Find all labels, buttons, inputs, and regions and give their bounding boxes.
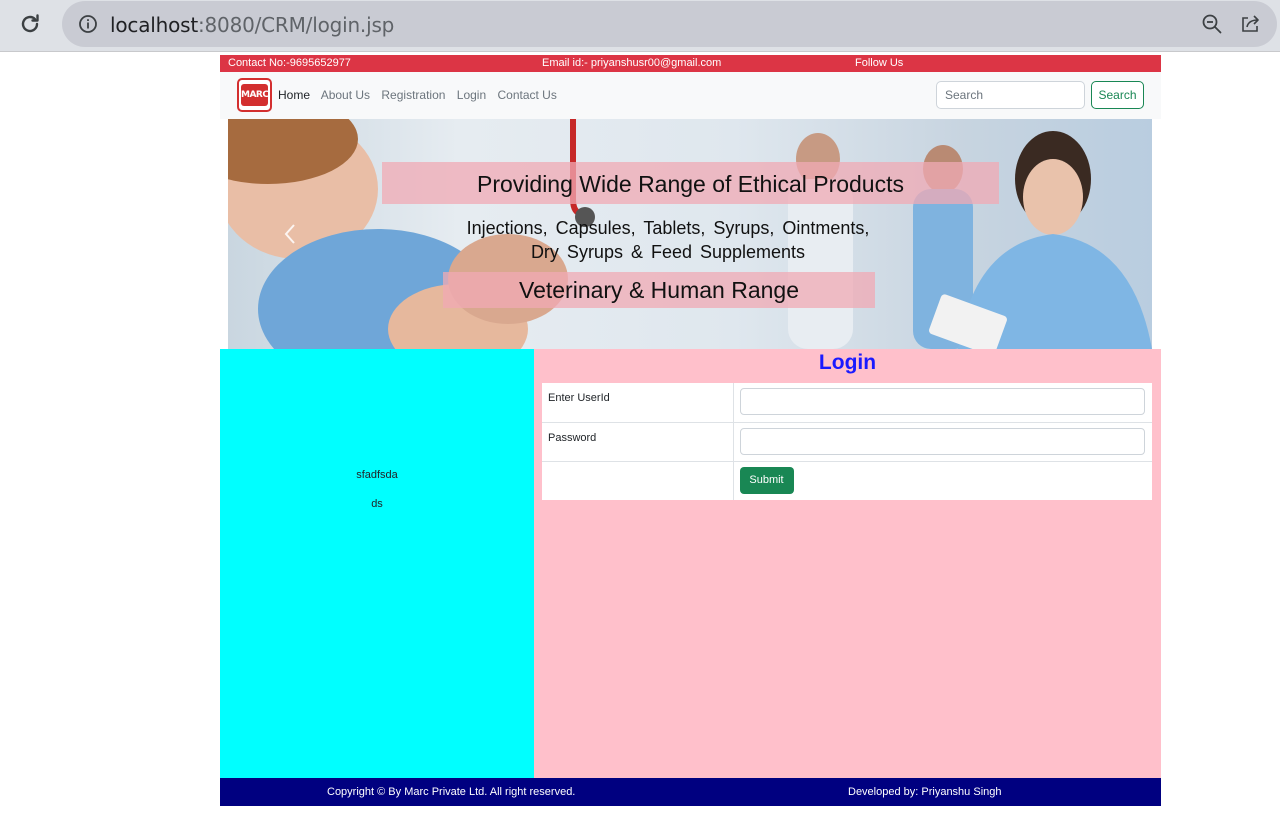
nav-login[interactable]: Login xyxy=(457,88,486,102)
userid-label: Enter UserId xyxy=(542,383,734,422)
sidebar-text-2: ds xyxy=(371,498,383,510)
url-text[interactable]: localhost:8080/CRM/login.jsp xyxy=(110,13,394,37)
banner-range: Veterinary & Human Range xyxy=(519,277,799,303)
address-bar[interactable]: localhost:8080/CRM/login.jsp xyxy=(62,1,1277,47)
password-cell xyxy=(733,421,1152,461)
login-panel: Login Enter UserId Password Submit xyxy=(534,349,1161,778)
userid-input[interactable] xyxy=(739,388,1145,415)
sidebar-text-1: sfadfsda xyxy=(356,469,398,481)
userid-row: Enter UserId xyxy=(542,383,1152,422)
nav-links: Home About Us Registration Login Contact… xyxy=(278,88,565,102)
url-path: :8080/CRM/login.jsp xyxy=(197,13,395,37)
login-form: Enter UserId Password Submit xyxy=(542,383,1152,500)
contact-bar: Contact No:-9695652977 Email id:- priyan… xyxy=(220,55,1161,72)
footer-developer: Developed by: Priyanshu Singh xyxy=(848,786,1002,798)
nav-registration[interactable]: Registration xyxy=(381,88,445,102)
contact-number: Contact No:-9695652977 xyxy=(228,57,351,69)
hero-carousel: Providing Wide Range of Ethical Products… xyxy=(228,119,1152,349)
footer-copyright: Copyright © By Marc Private Ltd. All rig… xyxy=(327,786,576,798)
contact-email: Email id:- priyanshusr00@gmail.com xyxy=(542,57,722,69)
empty-cell xyxy=(542,460,734,500)
search-input[interactable] xyxy=(936,81,1085,109)
info-icon[interactable] xyxy=(78,14,98,34)
userid-cell xyxy=(733,383,1152,422)
submit-row: Submit xyxy=(542,460,1152,500)
url-host: localhost xyxy=(110,13,198,37)
carousel-prev-icon[interactable] xyxy=(282,223,298,245)
nav-about[interactable]: About Us xyxy=(321,88,370,102)
submit-cell: Submit xyxy=(733,460,1152,500)
password-label: Password xyxy=(542,421,734,461)
browser-toolbar: localhost:8080/CRM/login.jsp xyxy=(0,0,1280,52)
banner-products-line2: Dry Syrups & Feed Supplements xyxy=(530,242,806,262)
banner-products-line1: Injections, Capsules, Tablets, Syrups, O… xyxy=(466,218,870,238)
reload-icon[interactable] xyxy=(18,12,42,36)
banner-title: Providing Wide Range of Ethical Products xyxy=(477,171,904,197)
sidebar-panel: sfadfsda ds xyxy=(220,349,534,778)
brand-logo[interactable]: MARC xyxy=(237,78,272,112)
submit-button[interactable]: Submit xyxy=(739,466,794,494)
login-title: Login xyxy=(818,351,877,374)
page-container: Contact No:-9695652977 Email id:- priyan… xyxy=(220,55,1161,806)
nav-home[interactable]: Home xyxy=(278,88,310,102)
logo-text: MARC xyxy=(241,84,269,106)
password-input[interactable] xyxy=(739,427,1145,455)
navbar: MARC Home About Us Registration Login Co… xyxy=(220,72,1161,119)
follow-us: Follow Us xyxy=(855,57,904,69)
password-row: Password xyxy=(542,421,1152,461)
share-icon[interactable] xyxy=(1239,13,1261,35)
zoom-out-icon[interactable] xyxy=(1201,13,1223,35)
footer: Copyright © By Marc Private Ltd. All rig… xyxy=(220,778,1161,806)
nav-contact[interactable]: Contact Us xyxy=(497,88,556,102)
search-button[interactable]: Search xyxy=(1091,81,1144,109)
